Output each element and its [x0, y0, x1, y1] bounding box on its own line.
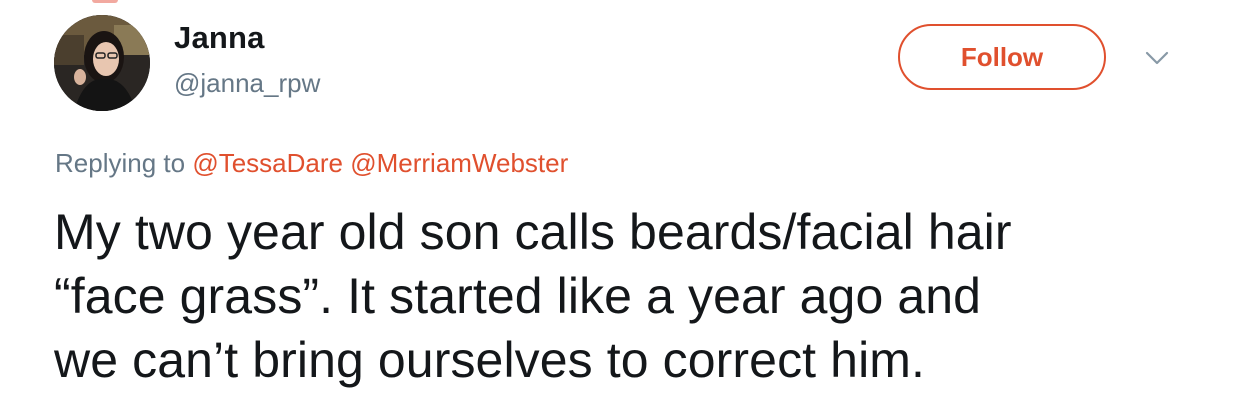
reply-context: Replying to @TessaDare @MerriamWebster: [55, 148, 568, 179]
tweet-text: My two year old son calls beards/facial …: [54, 200, 1174, 392]
reply-prefix: Replying to: [55, 148, 186, 178]
tweet-line: “face grass”. It started like a year ago…: [54, 268, 982, 324]
tweet-line: we can’t bring ourselves to correct him.: [54, 332, 926, 388]
chevron-down-icon[interactable]: [1144, 50, 1170, 66]
mention-link[interactable]: @MerriamWebster: [350, 148, 568, 178]
top-accent-bar: [92, 0, 118, 3]
avatar[interactable]: [54, 15, 150, 111]
mention-link[interactable]: @TessaDare: [192, 148, 343, 178]
follow-button[interactable]: Follow: [898, 24, 1106, 90]
user-name[interactable]: Janna: [174, 20, 265, 56]
avatar-image: [54, 15, 150, 111]
tweet-line: My two year old son calls beards/facial …: [54, 204, 1012, 260]
user-handle[interactable]: @janna_rpw: [174, 68, 320, 99]
